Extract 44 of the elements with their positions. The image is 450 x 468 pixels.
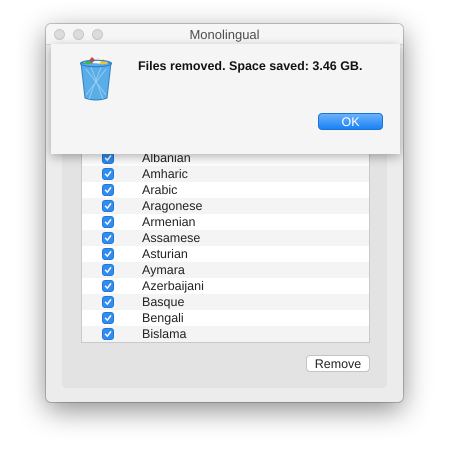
window-title: Monolingual: [189, 26, 260, 42]
language-name: Basque: [142, 295, 184, 309]
check-icon: [103, 184, 113, 196]
checkbox[interactable]: [102, 312, 114, 324]
check-icon: [103, 296, 113, 308]
check-icon: [103, 232, 113, 244]
language-row[interactable]: Aragonese: [82, 198, 369, 214]
language-name: Bislama: [142, 327, 186, 341]
checkbox[interactable]: [102, 280, 114, 292]
remove-button[interactable]: Remove: [306, 355, 370, 372]
checkbox[interactable]: [102, 200, 114, 212]
check-icon: [103, 280, 113, 292]
language-name: Assamese: [142, 231, 200, 245]
language-row[interactable]: Aymara: [82, 262, 369, 278]
language-row[interactable]: Bislama: [82, 326, 369, 342]
check-icon: [103, 264, 113, 276]
language-row[interactable]: Basque: [82, 294, 369, 310]
checkbox[interactable]: [102, 168, 114, 180]
checkbox[interactable]: [102, 216, 114, 228]
check-icon: [103, 168, 113, 180]
language-name: Bengali: [142, 311, 184, 325]
checkbox[interactable]: [102, 232, 114, 244]
check-icon: [103, 312, 113, 324]
checkbox[interactable]: [102, 264, 114, 276]
check-icon: [103, 216, 113, 228]
checkbox[interactable]: [102, 184, 114, 196]
language-name: Arabic: [142, 183, 178, 197]
language-row[interactable]: Amharic: [82, 166, 369, 182]
language-row[interactable]: Assamese: [82, 230, 369, 246]
check-icon: [103, 328, 113, 340]
check-icon: [103, 248, 113, 260]
language-name: Aragonese: [142, 199, 202, 213]
checkbox[interactable]: [102, 296, 114, 308]
checkbox[interactable]: [102, 328, 114, 340]
language-name: Albanian: [142, 151, 191, 165]
language-name: Aymara: [142, 263, 185, 277]
language-name: Armenian: [142, 215, 196, 229]
check-icon: [103, 200, 113, 212]
trash-icon: [78, 55, 114, 101]
language-name: Amharic: [142, 167, 188, 181]
language-name: Asturian: [142, 247, 188, 261]
checkbox[interactable]: [102, 248, 114, 260]
language-name: Azerbaijani: [142, 279, 204, 293]
alert-message: Files removed. Space saved: 3.46 GB.: [138, 59, 364, 73]
